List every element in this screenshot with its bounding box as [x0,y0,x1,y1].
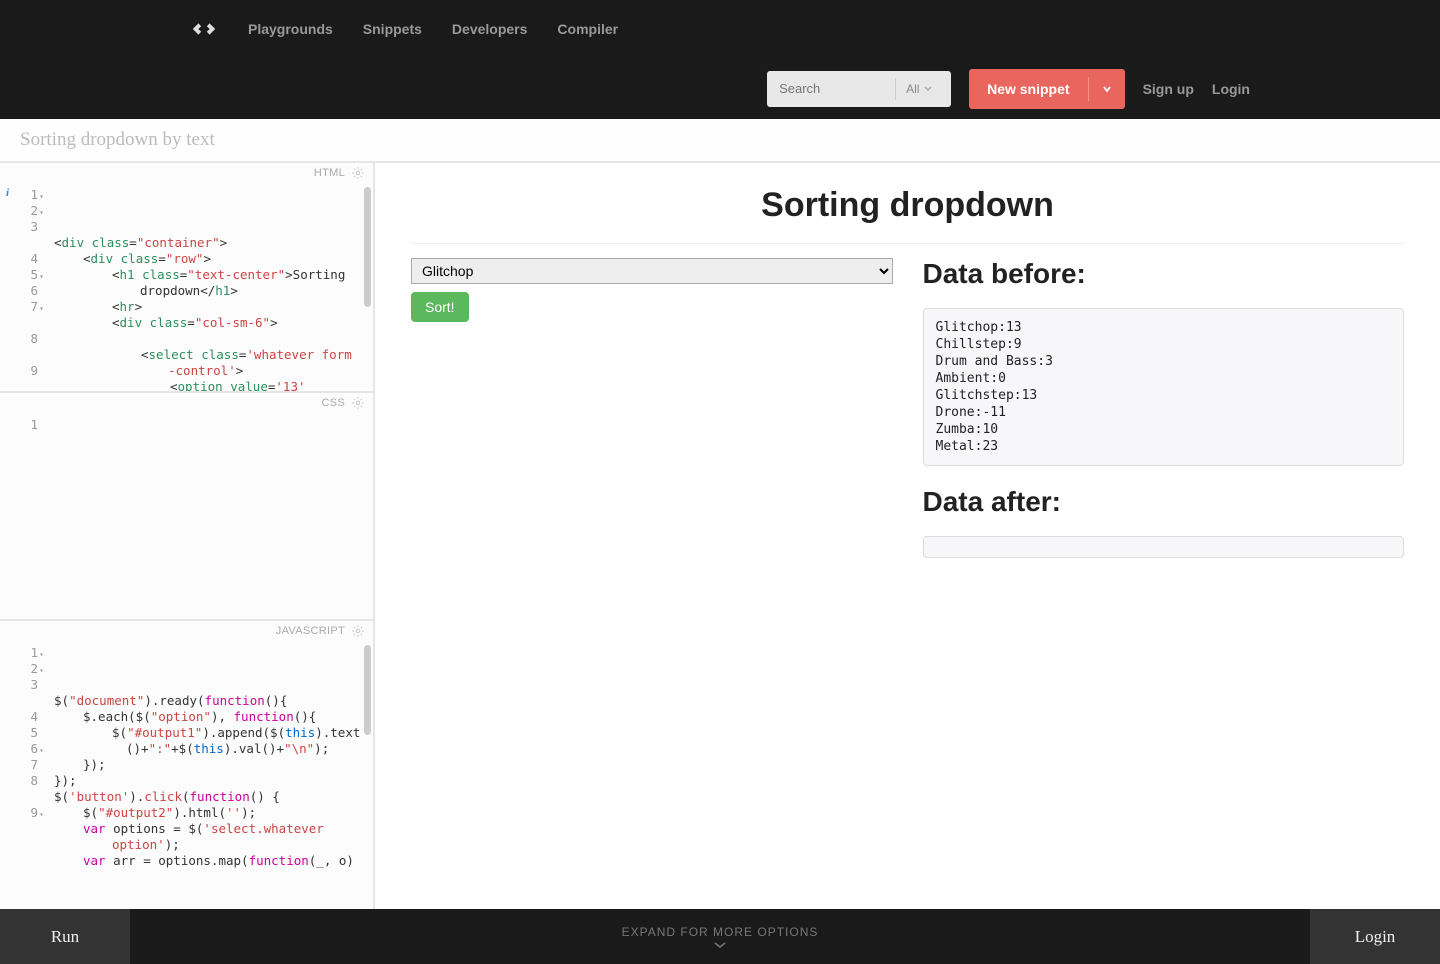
logo-icon [190,20,218,38]
css-editor-pane: CSS 1 [0,391,373,619]
css-gutter: 1 [0,413,46,619]
js-code-editor[interactable]: 123456789 $("document").ready(function()… [0,641,373,909]
search-input[interactable] [767,81,895,96]
preview-hr [411,243,1404,244]
preview-columns: Glitchop Sort! Data before: Glitchop:13 … [411,258,1404,578]
footer-bar: Run EXPAND FOR MORE OPTIONS Login [0,909,1440,964]
html-pane-label: HTML [314,167,345,179]
gear-icon[interactable] [351,166,365,180]
header-action-row: All New snippet Sign up Login [0,58,1440,119]
preview-right-col: Data before: Glitchop:13 Chillstep:9 Dru… [923,258,1405,578]
search-filter-dropdown[interactable]: All [896,82,943,96]
js-gutter: 123456789 [0,641,46,909]
editor-column: i HTML 123456789 <div class="container">… [0,163,375,909]
gear-icon[interactable] [351,624,365,638]
header-nav-row: Playgrounds Snippets Developers Compiler [0,0,1440,58]
data-after-output [923,536,1405,558]
search-bar: All [767,71,951,107]
chevron-down-icon [923,84,933,94]
snippet-title[interactable]: Sorting dropdown by text [0,119,1440,163]
html-pane-header: HTML [0,163,373,183]
footer-login-button[interactable]: Login [1310,909,1440,964]
preview-pane: Sorting dropdown Glitchop Sort! Data bef… [375,163,1440,909]
search-filter-label: All [906,82,919,96]
signup-link[interactable]: Sign up [1143,81,1194,97]
css-code-body[interactable] [46,413,373,619]
login-link[interactable]: Login [1212,81,1250,97]
new-snippet-button[interactable]: New snippet [969,69,1124,109]
preview-left-col: Glitchop Sort! [411,258,893,578]
logo[interactable] [190,15,218,43]
data-before-heading: Data before: [923,258,1405,290]
css-pane-header: CSS [0,393,373,413]
html-gutter: 123456789 [0,183,46,391]
preview-heading: Sorting dropdown [411,186,1404,225]
expand-label: EXPAND FOR MORE OPTIONS [622,925,819,939]
gear-icon[interactable] [351,396,365,410]
nav-compiler[interactable]: Compiler [557,21,618,37]
data-before-output: Glitchop:13 Chillstep:9 Drum and Bass:3 … [923,308,1405,466]
new-snippet-caret[interactable] [1089,83,1125,95]
js-code-body[interactable]: $("document").ready(function(){$.each($(… [46,641,373,909]
nav-playgrounds[interactable]: Playgrounds [248,21,333,37]
chevron-down-icon [713,941,727,949]
new-snippet-label: New snippet [969,81,1087,97]
main-area: i HTML 123456789 <div class="container">… [0,163,1440,909]
css-code-editor[interactable]: 1 [0,413,373,619]
app-header: Playgrounds Snippets Developers Compiler… [0,0,1440,119]
html-code-body[interactable]: <div class="container"><div class="row">… [46,183,373,391]
nav-developers[interactable]: Developers [452,21,527,37]
chevron-down-icon [1101,83,1113,95]
scrollbar-thumb[interactable] [364,187,371,307]
scrollbar-thumb[interactable] [364,645,371,735]
run-button[interactable]: Run [0,909,130,964]
sort-button[interactable]: Sort! [411,292,469,322]
nav-snippets[interactable]: Snippets [363,21,422,37]
css-pane-label: CSS [321,397,345,409]
js-pane-label: JAVASCRIPT [276,625,345,637]
expand-options[interactable]: EXPAND FOR MORE OPTIONS [130,909,1310,964]
html-editor-pane: i HTML 123456789 <div class="container">… [0,163,373,391]
js-pane-header: JAVASCRIPT [0,621,373,641]
genre-select[interactable]: Glitchop [411,258,893,284]
data-after-heading: Data after: [923,486,1405,518]
html-code-editor[interactable]: 123456789 <div class="container"><div cl… [0,183,373,391]
js-editor-pane: JAVASCRIPT 123456789 $("document").ready… [0,619,373,909]
